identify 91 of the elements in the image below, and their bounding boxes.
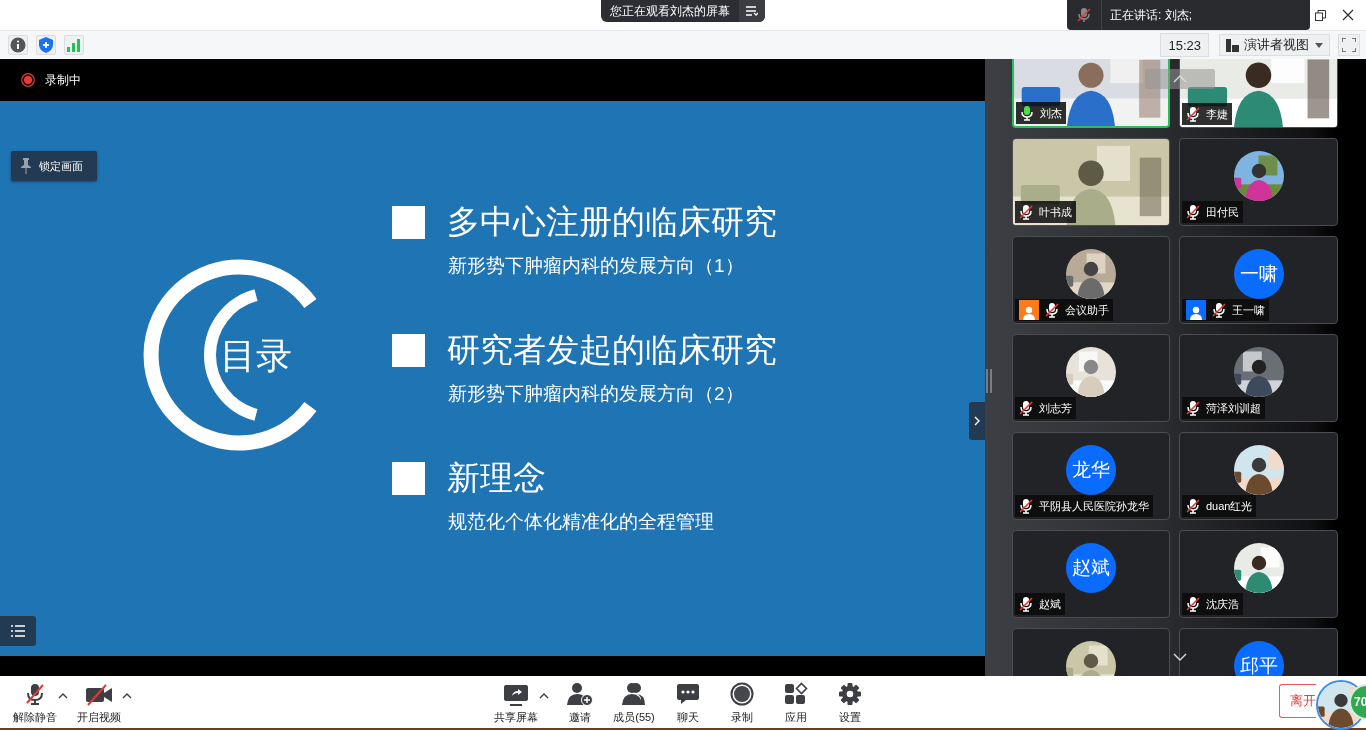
video-off-icon — [85, 684, 113, 706]
participant-name: 菏泽刘训超 — [1206, 400, 1261, 416]
agenda-subtitle: 规范化个体化精准化的全程管理 — [448, 510, 715, 534]
signal-icon — [67, 38, 81, 52]
participant-name: 沈庆浩 — [1206, 596, 1239, 612]
caret-icon[interactable] — [58, 693, 68, 699]
participant-name: 会议助手 — [1065, 302, 1109, 318]
share-screen-icon — [503, 684, 529, 706]
menu-button[interactable] — [739, 0, 765, 22]
participant-tile[interactable]: 李婕 — [1179, 59, 1338, 128]
chevron-up-icon — [1173, 75, 1187, 83]
recording-icon — [21, 73, 35, 87]
fullscreen-icon — [1342, 38, 1356, 52]
muted-microphone-icon — [23, 682, 47, 706]
agenda-subtitle: 新形势下肿瘤内科的发展方向（2） — [448, 382, 745, 406]
initials-avatar: 赵斌 — [1066, 543, 1116, 593]
participant-tile[interactable]: 邱平 — [1179, 628, 1338, 676]
bullet-square — [392, 205, 425, 239]
participant-name: 赵斌 — [1039, 596, 1061, 612]
participant-tile[interactable]: 会议助手 — [1012, 236, 1170, 324]
caret-icon[interactable] — [539, 693, 549, 699]
add-person-icon — [567, 682, 593, 706]
muted-microphone-icon — [1077, 7, 1091, 23]
mic-button[interactable]: 解除静音 — [8, 679, 62, 725]
meeting-timer: 15:23 — [1160, 33, 1209, 57]
participant-tile[interactable]: 刘杰 — [1012, 59, 1170, 128]
info-icon — [10, 37, 26, 53]
leave-button[interactable]: 离开 — [1279, 684, 1316, 718]
settings-icon — [838, 682, 862, 706]
chat-icon — [676, 682, 700, 706]
security-button[interactable] — [36, 35, 56, 55]
caret-icon — [1315, 42, 1323, 48]
agenda-subtitle: 新形势下肿瘤内科的发展方向（1） — [448, 254, 745, 278]
list-icon — [11, 625, 25, 637]
apps-button[interactable]: 应用 — [769, 679, 823, 725]
scroll-up-button[interactable] — [1145, 69, 1215, 89]
participant-name: 李婕 — [1206, 106, 1228, 122]
shield-icon — [39, 37, 53, 53]
participant-name: duan红光 — [1206, 498, 1253, 514]
participant-tile[interactable]: duan红光 — [1179, 432, 1338, 520]
pin-icon — [21, 158, 31, 174]
initials-avatar: 龙华 — [1066, 445, 1116, 495]
speaking-label: 正在讲话: 刘杰; — [1110, 6, 1192, 24]
restore-icon[interactable] — [1315, 9, 1326, 21]
members-button[interactable]: 成员(55) — [607, 679, 661, 725]
bullet-square — [392, 461, 425, 495]
participant-name: 刘杰 — [1040, 105, 1062, 121]
participant-tile[interactable]: 赵斌 赵斌 — [1012, 530, 1170, 618]
participant-name: 王一啸 — [1232, 302, 1265, 318]
participant-name: 平阴县人民医院孙龙华 — [1039, 498, 1149, 514]
lock-view-button[interactable]: 锁定画面 — [11, 151, 97, 181]
view-mode-dropdown[interactable]: 演讲者视图 — [1219, 34, 1330, 56]
initials-avatar: 邱平 — [1233, 641, 1284, 676]
chevron-right-icon — [974, 416, 980, 426]
people-icon — [621, 682, 647, 706]
participant-tile[interactable]: 叶书成 — [1012, 138, 1170, 226]
outline-button[interactable] — [0, 616, 36, 646]
fullscreen-button[interactable] — [1338, 34, 1360, 56]
share-button[interactable]: 共享屏幕 — [489, 679, 543, 725]
record-icon — [730, 682, 754, 706]
participant-tile[interactable]: 龙华 平阴县人民医院孙龙华 — [1012, 432, 1170, 520]
participant-tile[interactable]: 沈庆浩 — [1179, 530, 1338, 618]
participant-tile[interactable]: 刘志芳 — [1012, 334, 1170, 422]
invite-button[interactable]: 邀请 — [553, 679, 607, 725]
slide-title: 目录 — [220, 335, 292, 377]
menu-icon — [746, 6, 758, 16]
chevron-down-icon[interactable] — [1173, 653, 1187, 661]
participant-name: 刘志芳 — [1039, 400, 1072, 416]
participant-name: 田付民 — [1206, 204, 1239, 220]
apps-icon — [784, 682, 808, 706]
participant-tile[interactable]: 一啸 王一啸 — [1179, 236, 1338, 324]
participant-tile[interactable]: 田付民 — [1179, 138, 1338, 226]
viewing-notice: 您正在观看刘杰的屏幕 — [609, 2, 731, 20]
bullet-square — [392, 333, 425, 367]
record-button[interactable]: 录制 — [715, 679, 769, 725]
participant-tile[interactable]: 菏泽刘训超 — [1179, 334, 1338, 422]
agenda-heading: 多中心注册的临床研究 — [447, 202, 777, 242]
caret-icon[interactable] — [122, 693, 132, 699]
collapse-button[interactable] — [969, 402, 985, 440]
agenda-heading: 研究者发起的临床研究 — [447, 330, 777, 370]
info-button[interactable] — [8, 35, 28, 55]
settings-button[interactable]: 设置 — [823, 679, 877, 725]
recording-label: 录制中 — [45, 71, 81, 89]
close-icon[interactable] — [1342, 9, 1354, 21]
camera-button[interactable]: 开启视频 — [72, 679, 126, 725]
chat-button[interactable]: 聊天 — [661, 679, 715, 725]
initials-avatar: 一啸 — [1233, 249, 1284, 299]
drag-handle-icon[interactable] — [986, 369, 992, 393]
layout-icon — [1226, 38, 1239, 52]
participant-name: 叶书成 — [1039, 204, 1072, 220]
agenda-heading: 新理念 — [447, 458, 546, 498]
